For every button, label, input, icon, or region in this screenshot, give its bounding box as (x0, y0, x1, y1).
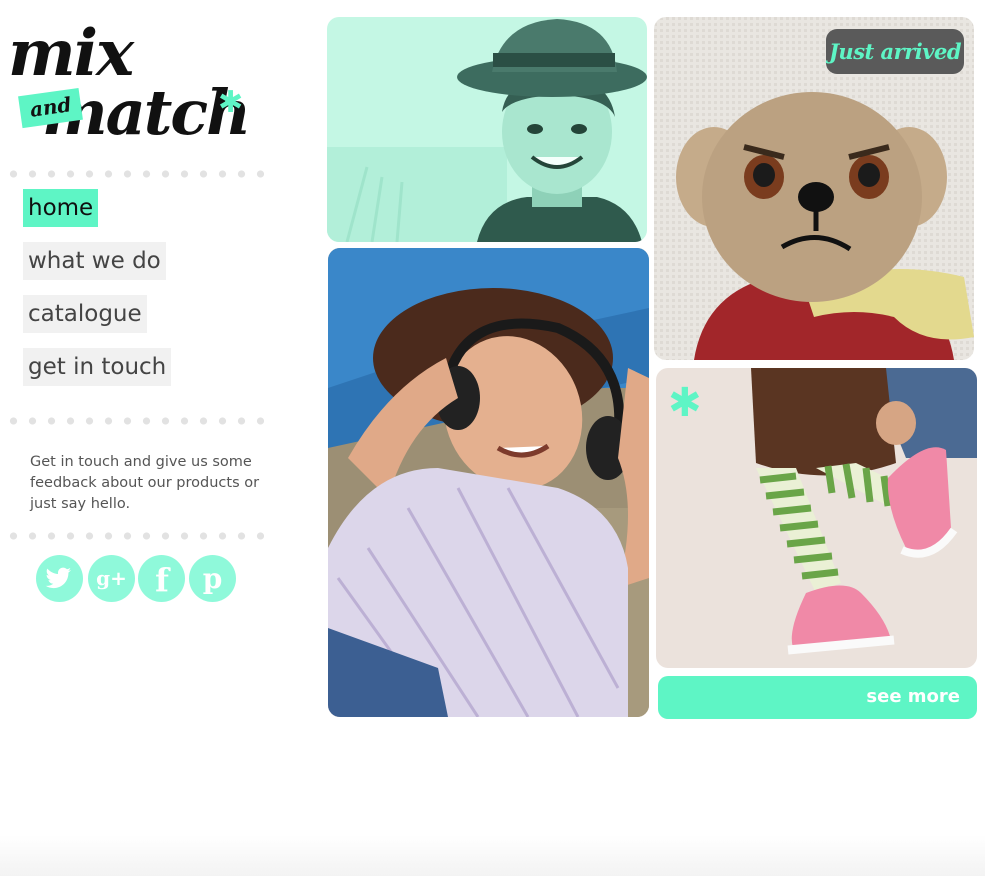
dot-divider (4, 531, 264, 541)
photo-sneakers (656, 368, 977, 668)
nav-item-what-we-do[interactable]: what we do (23, 242, 166, 280)
dot-divider (4, 169, 264, 179)
facebook-icon[interactable]: f (138, 555, 185, 602)
nav-item-get-in-touch[interactable]: get in touch (23, 348, 172, 386)
google-plus-icon[interactable]: g+ (88, 555, 135, 602)
logo-star-icon: ✱ (218, 85, 244, 120)
photo-boy-hat (327, 17, 647, 242)
twitter-icon[interactable] (36, 555, 83, 602)
photo-girl-headphones (328, 248, 649, 717)
svg-text:p: p (203, 562, 223, 595)
page: mix match and ✱ home what we do catalogu… (0, 0, 985, 876)
photo-tile-boy-hat[interactable] (327, 17, 647, 242)
tile-star-icon: ✱ (668, 380, 702, 426)
dot-divider (4, 416, 264, 426)
main-nav: home what we do catalogue get in touch (23, 189, 172, 401)
svg-text:g+: g+ (96, 566, 127, 590)
contact-blurb: Get in touch and give us some feedback a… (30, 454, 260, 512)
site-logo[interactable]: mix match and ✱ (6, 20, 256, 160)
svg-text:f: f (155, 561, 171, 599)
just-arrived-badge: Just arrived (826, 29, 964, 74)
nav-item-catalogue[interactable]: catalogue (23, 295, 147, 333)
photo-tile-girl-headphones[interactable] (328, 248, 649, 717)
nav-item-home[interactable]: home (23, 189, 99, 227)
photo-tile-sneakers[interactable] (656, 368, 977, 668)
see-more-button[interactable]: see more (658, 676, 977, 719)
pinterest-icon[interactable]: p (189, 555, 236, 602)
